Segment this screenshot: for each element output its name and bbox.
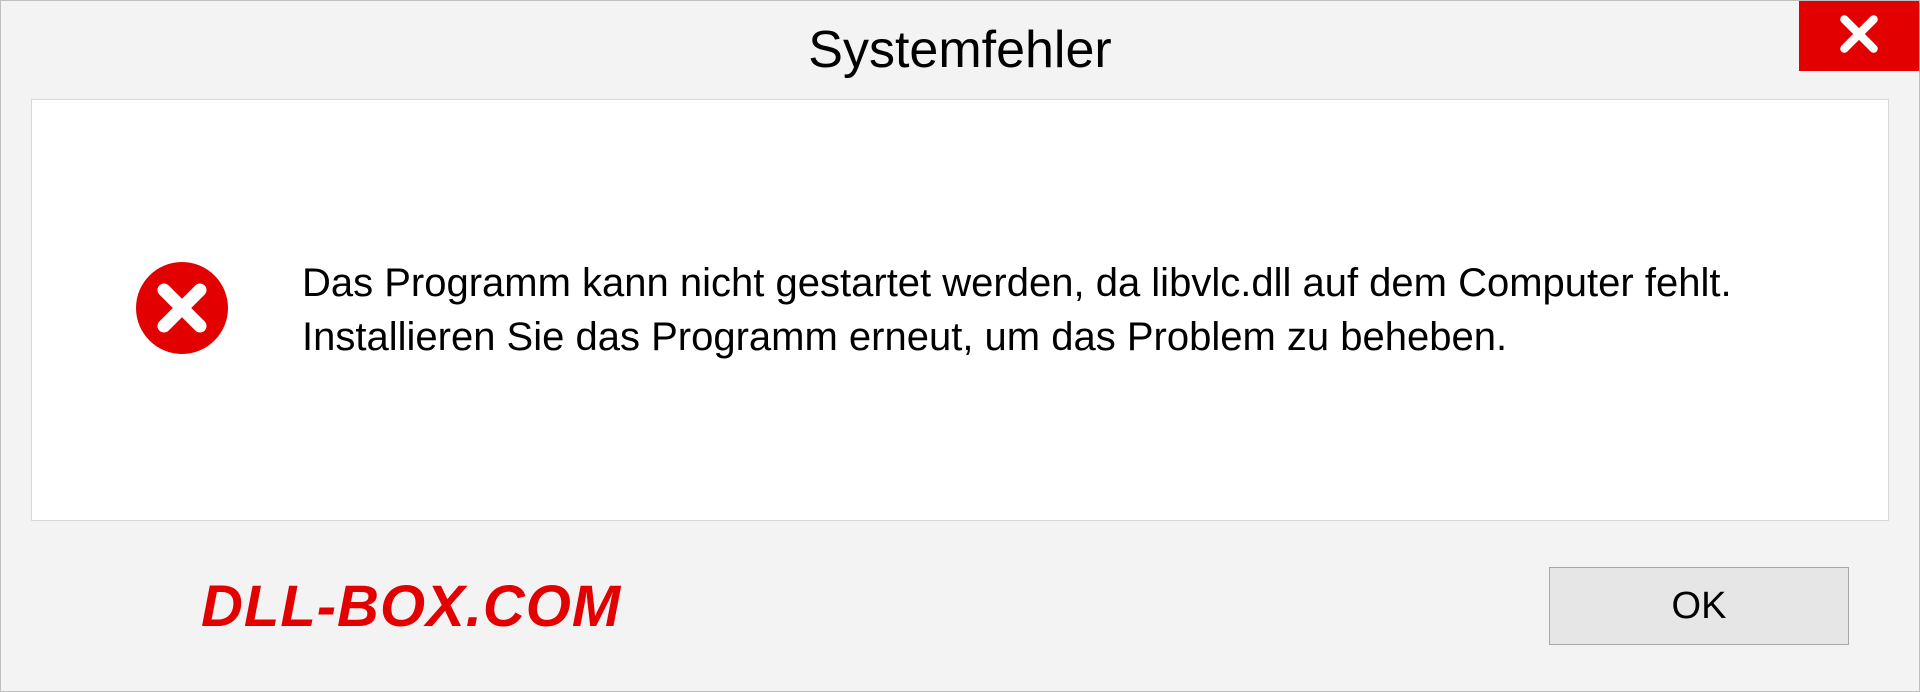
watermark-text: DLL-BOX.COM xyxy=(201,573,621,640)
close-button[interactable] xyxy=(1799,1,1919,71)
dialog-footer: DLL-BOX.COM OK xyxy=(1,521,1919,691)
error-icon xyxy=(132,258,232,363)
dialog-title: Systemfehler xyxy=(808,20,1111,80)
ok-button[interactable]: OK xyxy=(1549,567,1849,645)
titlebar: Systemfehler xyxy=(1,1,1919,99)
content-panel: Das Programm kann nicht gestartet werden… xyxy=(31,99,1889,521)
error-message: Das Programm kann nicht gestartet werden… xyxy=(302,256,1828,364)
system-error-dialog: Systemfehler Das Programm kann nicht ges… xyxy=(0,0,1920,692)
close-icon xyxy=(1837,12,1881,61)
